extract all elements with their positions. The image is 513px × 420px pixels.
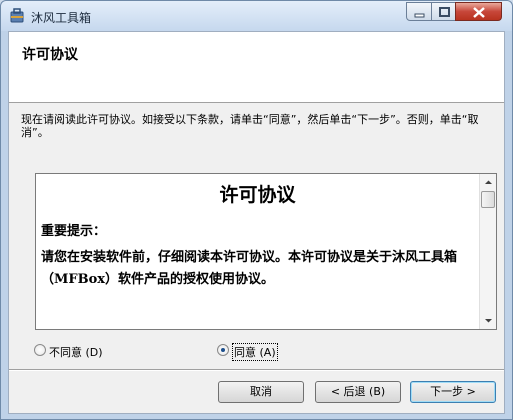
cancel-button[interactable]: 取消 <box>218 381 304 403</box>
arrow-down-icon <box>485 319 492 323</box>
scroll-up-button[interactable] <box>480 174 497 191</box>
close-icon <box>473 7 485 18</box>
back-button[interactable]: < 后退 (B) <box>315 381 401 403</box>
arrow-up-icon <box>485 180 492 184</box>
toolbox-icon <box>9 8 25 24</box>
installer-window: 沐风工具箱 许可协议 现在请阅读此许可协议。如接受以下条款，请单击“同意”，然后… <box>0 0 513 420</box>
radio-selected-dot <box>221 348 225 352</box>
disagree-label: 不同意 (D) <box>49 346 103 359</box>
minimize-icon <box>414 13 425 18</box>
instructions-text: 现在请阅读此许可协议。如接受以下条款，请单击“同意”，然后单击“下一步”。否则，… <box>21 113 479 139</box>
license-body: 请您在安装软件前，仔细阅读本许可协议。本许可协议是关于沐风工具箱（MFBox）软… <box>41 250 458 287</box>
scroll-thumb[interactable] <box>481 191 495 208</box>
license-textbox[interactable]: 许可协议 重要提示： 请您在安装软件前，仔细阅读本许可协议。本许可协议是关于沐风… <box>35 173 497 330</box>
minimize-button[interactable] <box>406 2 432 21</box>
maximize-icon <box>439 7 450 17</box>
maximize-button[interactable] <box>431 2 456 21</box>
agree-radio-circle[interactable] <box>217 344 229 356</box>
agree-label: 同意 (A) <box>232 343 278 361</box>
license-title: 许可协议 <box>219 184 296 206</box>
license-scrollbar[interactable] <box>479 174 496 329</box>
page-title: 许可协议 <box>22 47 78 63</box>
disagree-radio-circle[interactable] <box>34 344 46 356</box>
window-title: 沐风工具箱 <box>31 11 92 25</box>
next-button[interactable]: 下一步 > <box>410 381 496 403</box>
close-button[interactable] <box>455 2 502 21</box>
separator <box>9 369 504 371</box>
wizard-body: 许可协议 现在请阅读此许可协议。如接受以下条款，请单击“同意”，然后单击“下一步… <box>8 31 505 414</box>
title-bar[interactable]: 沐风工具箱 <box>1 1 512 31</box>
wizard-header: 许可协议 <box>9 32 504 103</box>
license-content: 许可协议 重要提示： 请您在安装软件前，仔细阅读本许可协议。本许可协议是关于沐风… <box>36 174 479 329</box>
scroll-down-button[interactable] <box>480 312 497 329</box>
license-notice: 重要提示： <box>41 224 107 239</box>
